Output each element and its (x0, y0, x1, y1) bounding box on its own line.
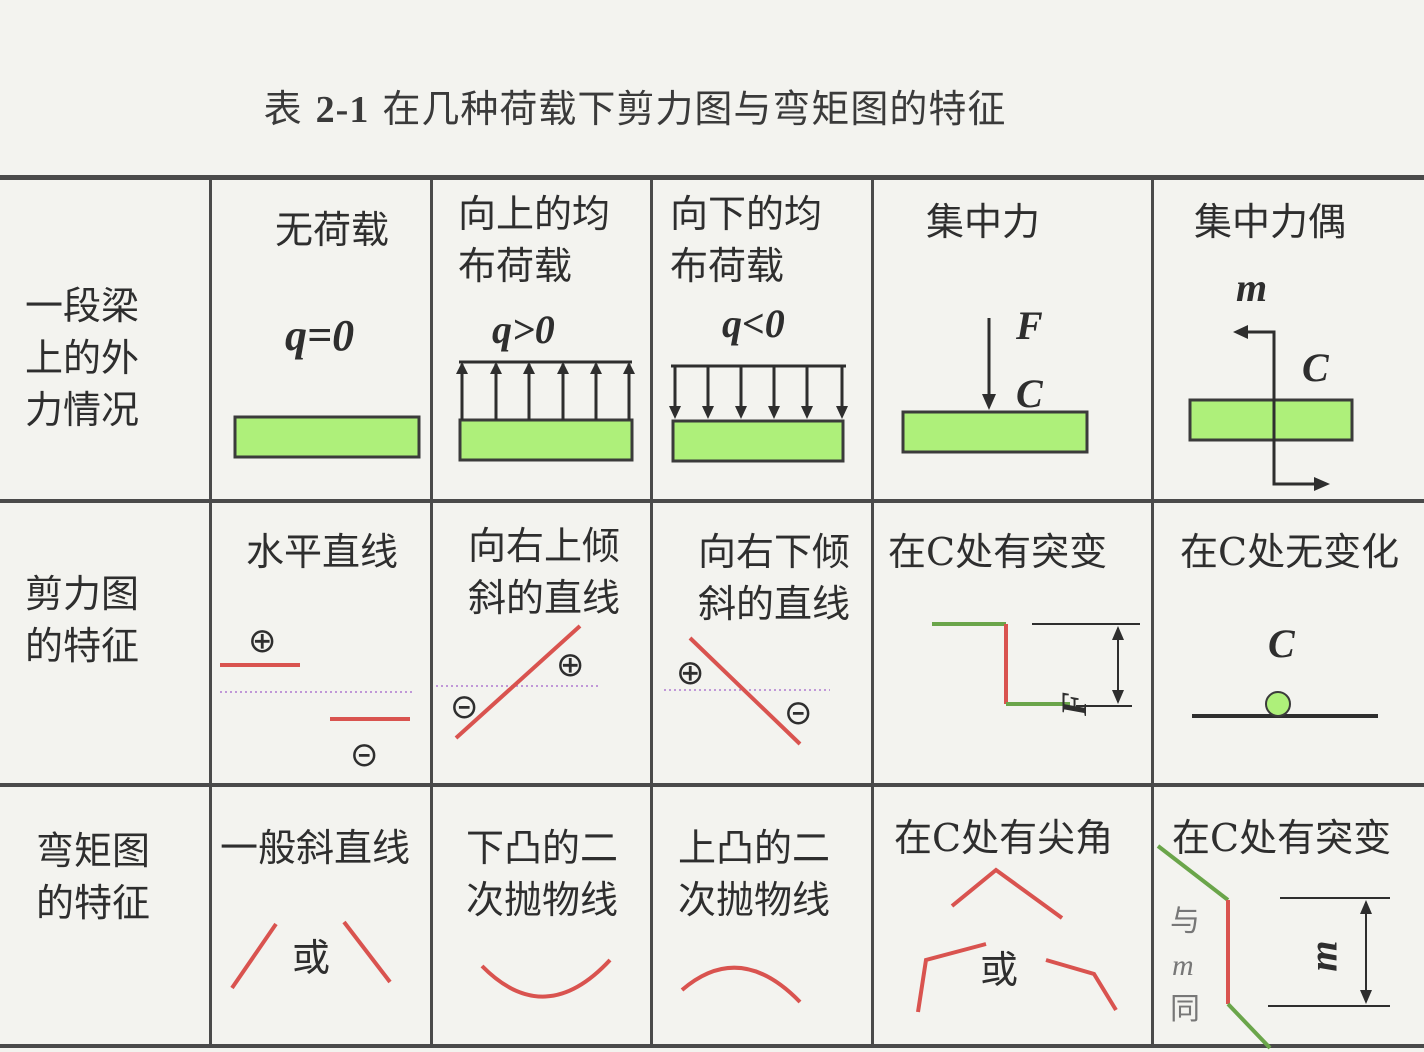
moment-concave-down-curve (680, 965, 802, 1004)
same-label: 同 (1170, 992, 1200, 1027)
moment-concave-up-curve (480, 958, 612, 999)
moment-cusp-upper (950, 867, 1064, 920)
moment-diagrams (230, 844, 1390, 1050)
table-page: 表 2-1 在几种荷载下剪力图与弯矩图的特征 一段梁 上的外 力情况 剪力图 的… (0, 0, 1424, 1052)
moment-rising-line (230, 922, 278, 990)
moment-or-1: 或 (980, 948, 1019, 992)
moment-jump-label-m: m (1300, 940, 1346, 972)
moment-cusp-lower-left (916, 942, 987, 1013)
moment-falling-line (342, 920, 392, 984)
moment-cusp-lower-right (1045, 958, 1118, 1012)
moment-jump-upper (1156, 844, 1230, 902)
moment-or-0: 或 (292, 936, 331, 980)
moment-jump-lower (1226, 1002, 1272, 1050)
